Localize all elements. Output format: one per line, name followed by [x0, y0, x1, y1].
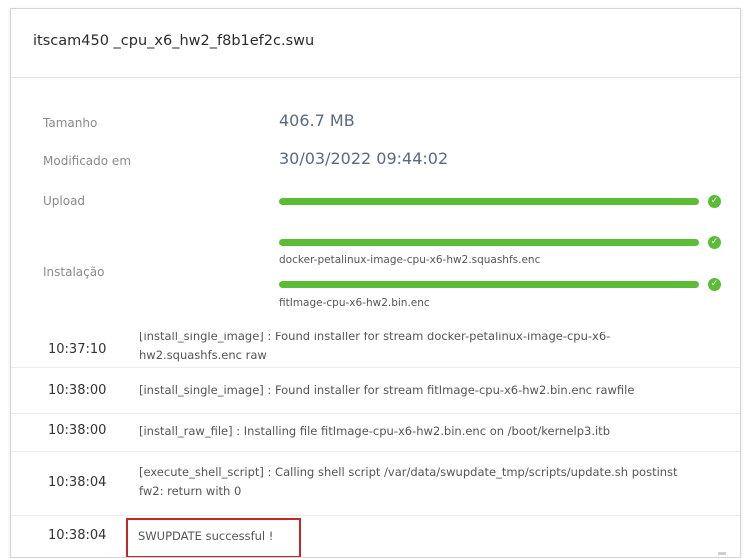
install-progress-bar-2 — [279, 281, 699, 288]
log-row: 10:37:10 [install_single_image] : Found … — [11, 321, 740, 368]
upload-label: Upload — [43, 194, 86, 208]
log-message: [install_single_image] : Found installer… — [139, 329, 611, 362]
upload-progress-bar — [279, 198, 699, 205]
modified-value: 30/03/2022 09:44:02 — [279, 149, 449, 168]
check-circle-icon: ✓ — [708, 195, 721, 208]
log-time: 10:38:00 — [48, 383, 107, 398]
size-value: 406.7 MB — [279, 111, 355, 130]
modified-label: Modificado em — [43, 154, 132, 168]
success-highlight: SWUPDATE successful ! — [126, 518, 301, 557]
log-row: 10:38:00 [install_raw_file] : Installing… — [11, 413, 740, 452]
log-time: 10:38:04 — [48, 475, 107, 490]
check-circle-icon: ✓ — [708, 278, 721, 291]
log-row: 10:38:04 — [11, 515, 740, 557]
update-details-dialog: itscam450 _cpu_x6_hw2_f8b1ef2c.swu Taman… — [10, 8, 741, 558]
log-message: [install_single_image] : Found installer… — [139, 383, 635, 397]
install-label: Instalação — [43, 265, 105, 279]
install-stream-name: fitImage-cpu-x6-hw2.bin.enc — [279, 297, 430, 309]
log-message: [install_raw_file] : Installing file fit… — [139, 424, 610, 438]
install-progress-bar-1 — [279, 239, 699, 246]
size-label: Tamanho — [43, 116, 98, 130]
file-name-title: itscam450 _cpu_x6_hw2_f8b1ef2c.swu — [33, 33, 315, 49]
log-time: 10:37:10 — [48, 342, 107, 357]
install-stream-name: docker-petalinux-image-cpu-x6-hw2.squash… — [279, 254, 541, 266]
dialog-header: itscam450 _cpu_x6_hw2_f8b1ef2c.swu — [11, 9, 740, 78]
log-row: 10:38:00 [install_single_image] : Found … — [11, 367, 740, 414]
log-message: [execute_shell_script] : Calling shell s… — [139, 465, 678, 498]
install-log: 10:37:10 [install_single_image] : Found … — [11, 321, 740, 557]
log-time: 10:38:00 — [48, 423, 107, 438]
success-message: SWUPDATE successful ! — [138, 529, 274, 543]
log-row: 10:38:04 [execute_shell_script] : Callin… — [11, 451, 740, 516]
log-time: 10:38:04 — [48, 528, 107, 543]
check-circle-icon: ✓ — [708, 236, 721, 249]
scroll-indicator[interactable] — [718, 552, 726, 555]
